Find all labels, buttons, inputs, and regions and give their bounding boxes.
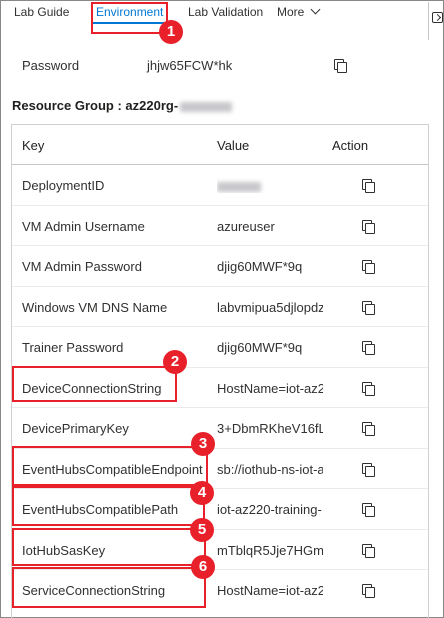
table-row: VM Admin Username azureuser [12, 206, 428, 246]
table-row: Trainer Password djig60MWF*9q [12, 327, 428, 368]
copy-icon[interactable] [362, 462, 375, 477]
copy-icon[interactable] [362, 584, 375, 598]
row-key: Trainer Password [22, 340, 124, 355]
row-value: djig60MWF*9q [217, 340, 303, 355]
row-key: DeploymentID [22, 178, 105, 193]
tab-lab-validation[interactable]: Lab Validation [188, 5, 263, 19]
copy-icon[interactable] [334, 59, 347, 73]
header-action: Action [332, 138, 369, 153]
copy-icon[interactable] [362, 381, 375, 396]
row-value: labvmipua5djlopdz [217, 299, 323, 315]
highlight-box-2 [12, 366, 177, 402]
tab-more[interactable]: More [277, 4, 321, 19]
row-value: HostName=iot-az220 [217, 380, 323, 396]
copy-icon[interactable] [362, 341, 375, 355]
row-value: HostName=iot-az220 [217, 583, 323, 598]
row-key: VM Admin Username [22, 218, 145, 234]
password-label: Password [22, 58, 80, 73]
highlight-box-6 [12, 567, 206, 608]
row-value: djig60MWF*9q [217, 259, 303, 274]
copy-icon[interactable] [362, 179, 375, 193]
row-value: iot-az220-training- [217, 502, 322, 517]
table-row: VM Admin Password djig60MWF*9q [12, 246, 428, 287]
annotation-badge-5: 5 [190, 518, 214, 542]
header-key: Key [22, 138, 45, 153]
redacted-value [217, 181, 261, 192]
row-value: sb://iothub-ns-iot-a [217, 461, 323, 477]
resource-group-label: Resource Group : az220rg- [12, 98, 179, 113]
annotation-badge-6: 6 [191, 555, 215, 579]
tab-bar: Lab Guide Environment Lab Validation Mor… [0, 0, 444, 24]
annotation-badge-2: 2 [163, 350, 187, 374]
popout-button[interactable] [428, 2, 444, 40]
copy-icon[interactable] [362, 219, 375, 234]
annotation-badge-3: 3 [191, 432, 215, 456]
table-row: DevicePrimaryKey 3+DbmRKheV16fLk [12, 408, 428, 449]
highlight-box-5 [12, 528, 206, 566]
popout-icon [432, 12, 443, 23]
row-value [217, 178, 323, 193]
annotation-badge-4: 4 [190, 481, 214, 505]
password-value: jhjw65FCW*hk [147, 58, 233, 73]
highlight-box-3 [12, 446, 208, 486]
chevron-down-icon [310, 4, 321, 15]
copy-icon[interactable] [362, 503, 375, 517]
tab-more-label: More [277, 5, 305, 19]
row-value: mTblqR5Jje7HGmN [217, 542, 323, 558]
row-key: DevicePrimaryKey [22, 421, 129, 436]
row-key: VM Admin Password [22, 259, 142, 274]
table-row: DeploymentID [12, 165, 428, 206]
header-value: Value [217, 138, 250, 153]
resource-group-title: Resource Group : az220rg- [12, 98, 233, 113]
table-row: Windows VM DNS Name labvmipua5djlopdz [12, 287, 428, 327]
copy-icon[interactable] [362, 300, 375, 315]
copy-icon[interactable] [362, 543, 375, 558]
highlight-box-1 [91, 2, 168, 34]
row-value: 3+DbmRKheV16fLk [217, 421, 323, 436]
highlight-box-4 [12, 486, 205, 526]
tab-lab-guide[interactable]: Lab Guide [14, 5, 69, 19]
table-header: Key Value Action [12, 125, 428, 165]
row-value: azureuser [217, 218, 275, 234]
row-key: Windows VM DNS Name [22, 299, 168, 315]
redacted-text [180, 101, 233, 112]
copy-icon[interactable] [362, 422, 375, 436]
annotation-badge-1: 1 [159, 20, 183, 44]
copy-icon[interactable] [362, 260, 375, 274]
